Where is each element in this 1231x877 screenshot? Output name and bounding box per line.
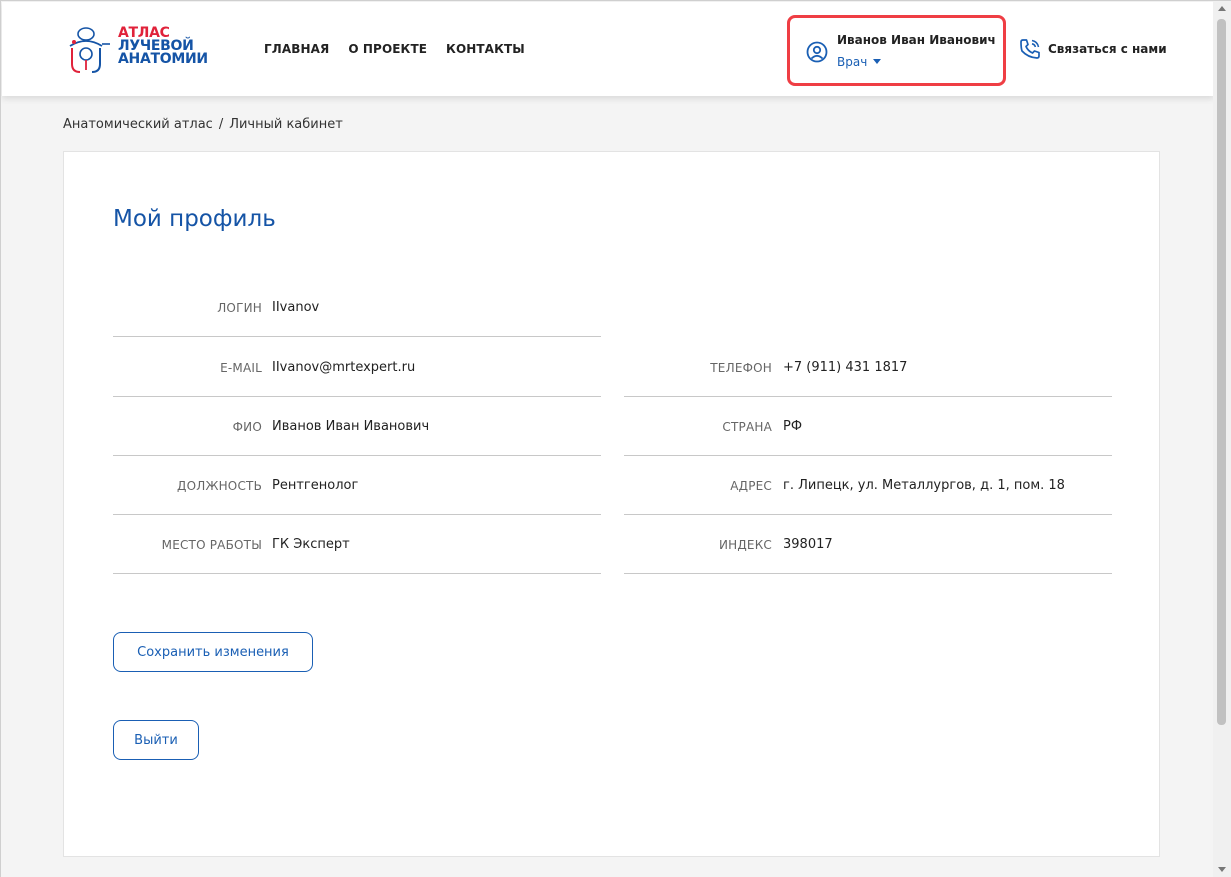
field-value[interactable]: г. Липецк, ул. Металлургов, д. 1, пом. 1… [783, 478, 1065, 493]
breadcrumb: Анатомический атлас / Личный кабинет [63, 117, 343, 132]
field-value[interactable]: IIvanov [272, 300, 319, 315]
field-login[interactable]: ЛОГИН IIvanov [113, 300, 601, 337]
site-logo[interactable]: АТЛАС ЛУЧЕВОЙ АНАТОМИИ [64, 24, 214, 76]
field-value[interactable]: ГК Эксперт [272, 537, 350, 552]
field-label: ЛОГИН [217, 301, 262, 315]
field-label: МЕСТО РАБОТЫ [161, 538, 262, 552]
scroll-up-arrow-icon[interactable] [1218, 6, 1226, 11]
field-value[interactable]: Иванов Иван Иванович [272, 419, 429, 434]
field-value[interactable]: +7 (911) 431 1817 [783, 360, 907, 375]
field-phone[interactable]: ТЕЛЕФОН +7 (911) 431 1817 [624, 360, 1112, 397]
field-label: ДОЛЖНОСТЬ [177, 479, 262, 493]
scrollbar-thumb[interactable] [1217, 19, 1226, 725]
field-value[interactable]: 398017 [783, 537, 833, 552]
user-role-dropdown[interactable]: Врач [837, 55, 882, 69]
nav-item-home[interactable]: ГЛАВНАЯ [264, 42, 329, 56]
main-nav: ГЛАВНАЯ О ПРОЕКТЕ КОНТАКТЫ [264, 42, 544, 56]
contact-us-label: Связаться с нами [1048, 42, 1167, 56]
user-circle-icon [806, 41, 828, 63]
field-value[interactable]: Рентгенолог [272, 478, 358, 493]
user-menu[interactable]: Иванов Иван Иванович Врач [787, 15, 1006, 86]
field-position[interactable]: ДОЛЖНОСТЬ Рентгенолог [113, 478, 601, 515]
logout-button[interactable]: Выйти [113, 720, 199, 760]
logo-anatomy-icon [69, 27, 110, 73]
field-fio[interactable]: ФИО Иванов Иван Иванович [113, 419, 601, 456]
field-value[interactable]: РФ [783, 419, 802, 434]
field-label: ИНДЕКС [718, 538, 772, 552]
nav-item-contacts[interactable]: КОНТАКТЫ [446, 42, 525, 56]
user-name: Иванов Иван Иванович [837, 33, 996, 47]
field-email[interactable]: E-MAIL IIvanov@mrtexpert.ru [113, 360, 601, 397]
phone-call-icon [1020, 39, 1040, 59]
field-country[interactable]: СТРАНА РФ [624, 419, 1112, 456]
browser-viewport: АТЛАС ЛУЧЕВОЙ АНАТОМИИ ГЛАВНАЯ О ПРОЕКТЕ… [0, 0, 1231, 877]
nav-item-about[interactable]: О ПРОЕКТЕ [348, 42, 427, 56]
page-title: Мой профиль [113, 206, 276, 232]
field-label: E-MAIL [220, 361, 262, 375]
user-role-label: Врач [837, 55, 868, 69]
vertical-scrollbar[interactable] [1213, 1, 1231, 877]
field-address[interactable]: АДРЕС г. Липецк, ул. Металлургов, д. 1, … [624, 478, 1112, 515]
site-header: АТЛАС ЛУЧЕВОЙ АНАТОМИИ ГЛАВНАЯ О ПРОЕКТЕ… [2, 2, 1214, 96]
save-button[interactable]: Сохранить изменения [113, 632, 313, 672]
field-label: СТРАНА [722, 420, 772, 434]
breadcrumb-item-atlas[interactable]: Анатомический атлас [63, 117, 213, 132]
field-label: ТЕЛЕФОН [710, 361, 772, 375]
profile-card: Мой профиль ЛОГИН IIvanov E-MAIL IIvanov… [63, 151, 1160, 857]
field-index[interactable]: ИНДЕКС 398017 [624, 537, 1112, 574]
contact-us-link[interactable]: Связаться с нами [1018, 37, 1167, 61]
logo-line-3: АНАТОМИИ [118, 51, 208, 67]
breadcrumb-separator: / [218, 117, 224, 132]
chevron-down-icon [873, 59, 882, 64]
field-value[interactable]: IIvanov@mrtexpert.ru [272, 360, 415, 375]
field-label: ФИО [232, 420, 262, 434]
field-label: АДРЕС [730, 479, 772, 493]
field-workplace[interactable]: МЕСТО РАБОТЫ ГК Эксперт [113, 537, 601, 574]
breadcrumb-item-cabinet: Личный кабинет [229, 117, 343, 132]
scroll-down-arrow-icon[interactable] [1218, 867, 1226, 872]
